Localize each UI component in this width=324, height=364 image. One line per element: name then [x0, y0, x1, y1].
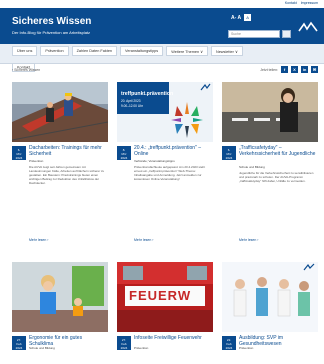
- article-image-traffic-safety[interactable]: [222, 82, 318, 142]
- event-date: 20. April 2023: [121, 99, 141, 103]
- article-category[interactable]: Schule und Bildung: [239, 165, 317, 169]
- date-badge: 8. Mrz 2024: [117, 146, 131, 160]
- linkedin-icon[interactable]: in: [301, 66, 308, 73]
- font-size-toggle[interactable]: A- A: [231, 15, 241, 21]
- article-category[interactable]: Verbände; Veranstaltungstipps: [134, 159, 212, 163]
- article-category[interactable]: Prävention: [29, 159, 107, 163]
- mail-icon[interactable]: ✉: [311, 66, 318, 73]
- read-more-link[interactable]: Mehr lesen ›: [239, 238, 258, 242]
- article-image-roof-training[interactable]: [12, 82, 108, 142]
- event-heading: treffpunkt.prävention: [121, 91, 174, 97]
- contrast-toggle[interactable]: A: [244, 14, 252, 21]
- article-card[interactable]: FEUERW 27. Feb 2024 Infoseite Freiwillige …: [117, 262, 213, 362]
- accessibility-tools: A- A A: [231, 14, 252, 21]
- nav-item-facts[interactable]: Zahlen Daten Fakten: [71, 46, 118, 56]
- nav-item-newsletter[interactable]: Newsletter ∨: [210, 46, 243, 56]
- article-card[interactable]: 6. Mrz 2024 „Trafficsafetyday" – Verkehrss…: [222, 82, 318, 252]
- article-category[interactable]: Prävention: [239, 346, 253, 350]
- article-teaser: Die AUVA zeigt seit Jahren gemeinsam mit…: [29, 165, 105, 185]
- imprint-link[interactable]: Impressum: [301, 1, 318, 5]
- article-category[interactable]: Prävention: [134, 346, 148, 350]
- nav-item-prevention[interactable]: Prävention: [40, 46, 69, 56]
- date-badge: 27. Feb 2024: [12, 336, 26, 350]
- nav-item-more-topics[interactable]: Weitere Themen ∨: [166, 46, 208, 56]
- article-teaser: Jugendliche für die Verkehrssicherheit z…: [239, 171, 314, 183]
- x-icon[interactable]: X: [291, 66, 298, 73]
- article-card[interactable]: treffpunkt.prävention 20. April 2023 9.0…: [117, 82, 213, 252]
- facebook-icon[interactable]: f: [281, 66, 288, 73]
- site-header: Sicheres Wissen Der Info-Blog für Präven…: [0, 8, 324, 44]
- feuerwehr-lettering: FEUERW: [129, 288, 192, 303]
- breadcrumb[interactable]: › Sicheres Wissen: [12, 68, 40, 72]
- event-time: 9.00–12.00 Uhr: [121, 104, 143, 108]
- article-card[interactable]: 6. Mrz 2024 Dacharbeiten: Trainings für me…: [12, 82, 108, 252]
- article-image-treffpunkt[interactable]: treffpunkt.prävention 20. April 2023 9.0…: [117, 82, 213, 142]
- brand[interactable]: Sicheres Wissen Der Info-Blog für Präven…: [12, 16, 91, 35]
- date-badge: 27. Feb 2024: [117, 336, 131, 350]
- article-image-school-ergonomics[interactable]: [12, 262, 108, 332]
- article-teaser: Präventionsfachleute aufgepasst: Am 20.4…: [134, 165, 206, 181]
- article-title[interactable]: 20.4.: „treffpunkt.prävention" – Online: [134, 145, 212, 157]
- article-title[interactable]: Infoseite Freiwillige Feuerwehr: [134, 335, 212, 341]
- date-badge: 6. Mrz 2024: [222, 146, 236, 160]
- article-image-healthcare[interactable]: [222, 262, 318, 332]
- article-card[interactable]: 27. Feb 2024 Ergonomie für ein gutes Schul…: [12, 262, 108, 362]
- site-title: Sicheres Wissen: [12, 16, 92, 27]
- read-more-link[interactable]: Mehr lesen ›: [29, 238, 48, 242]
- article-title[interactable]: „Trafficsafetyday" – Verkehrssicherheit …: [239, 145, 317, 157]
- utility-links: Kontakt Impressum: [285, 1, 318, 5]
- main-nav: Über uns Prävention Zahlen Daten Fakten …: [0, 44, 324, 72]
- utility-bar: Kontakt Impressum: [0, 0, 324, 8]
- article-image-fire-brigade[interactable]: FEUERW: [117, 262, 213, 332]
- date-badge: 22. Feb 2024: [222, 336, 236, 350]
- auva-logo[interactable]: [298, 21, 318, 33]
- search-button[interactable]: [282, 30, 291, 44]
- article-category[interactable]: Schule und Bildung: [29, 346, 55, 350]
- search-input[interactable]: Suche: [228, 30, 280, 38]
- article-title[interactable]: Dacharbeiten: Trainings für mehr Sicherh…: [29, 145, 107, 157]
- contact-link[interactable]: Kontakt: [285, 1, 297, 5]
- nav-item-events[interactable]: Veranstaltungstipps: [120, 46, 164, 56]
- share-bar: Jetzt teilen: f X in ✉: [260, 66, 318, 73]
- article-card[interactable]: 22. Feb 2024 Ausbildung: SVP im Gesundheit…: [222, 262, 318, 362]
- site-subtitle: Der Info-Blog für Prävention am Arbeitsp…: [12, 30, 91, 35]
- date-badge: 6. Mrz 2024: [12, 146, 26, 160]
- read-more-link[interactable]: Mehr lesen ›: [134, 238, 153, 242]
- share-label: Jetzt teilen:: [260, 67, 278, 72]
